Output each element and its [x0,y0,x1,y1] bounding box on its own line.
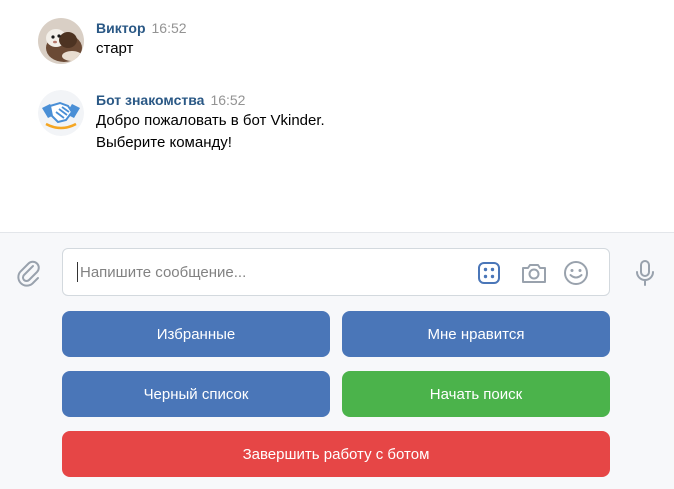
user-avatar[interactable] [38,18,84,64]
like-button[interactable]: Мне нравится [342,311,610,357]
message-composer: Избранные Мне нравится Черный список Нач… [0,232,674,489]
message-time: 16:52 [151,20,187,36]
microphone-icon[interactable] [630,258,660,288]
camera-icon[interactable] [520,259,548,287]
message-text: Добро пожаловать в бот Vkinder. [96,112,325,129]
bot-avatar[interactable] [38,90,84,136]
message-text: Выберите команду! [96,134,232,151]
favorites-button[interactable]: Избранные [62,311,330,357]
ferret-photo-avatar [38,18,84,64]
message-body: Бот знакомства 16:52 Добро пожаловать в б… [96,90,325,154]
smile-icon[interactable] [562,259,590,287]
message-item: Бот знакомства 16:52 Добро пожаловать в б… [38,90,638,160]
message-time: 16:52 [210,92,246,108]
start-search-button[interactable]: Начать поиск [342,371,610,417]
message-input[interactable] [77,262,460,282]
keyboard-icon[interactable] [475,259,503,287]
message-input-box [62,248,610,296]
paperclip-icon[interactable] [14,258,44,288]
message-history: Виктор 16:52 старт Бот знакомства 16:52 До… [0,0,674,232]
message-item: Виктор 16:52 старт [38,18,638,68]
message-text: старт [96,40,134,57]
blacklist-button[interactable]: Черный список [62,371,330,417]
message-author[interactable]: Виктор [96,20,146,36]
message-body: Виктор 16:52 старт [96,18,187,60]
handshake-avatar [38,90,84,136]
message-author[interactable]: Бот знакомства [96,92,204,108]
finish-bot-button[interactable]: Завершить работу с ботом [62,431,610,477]
